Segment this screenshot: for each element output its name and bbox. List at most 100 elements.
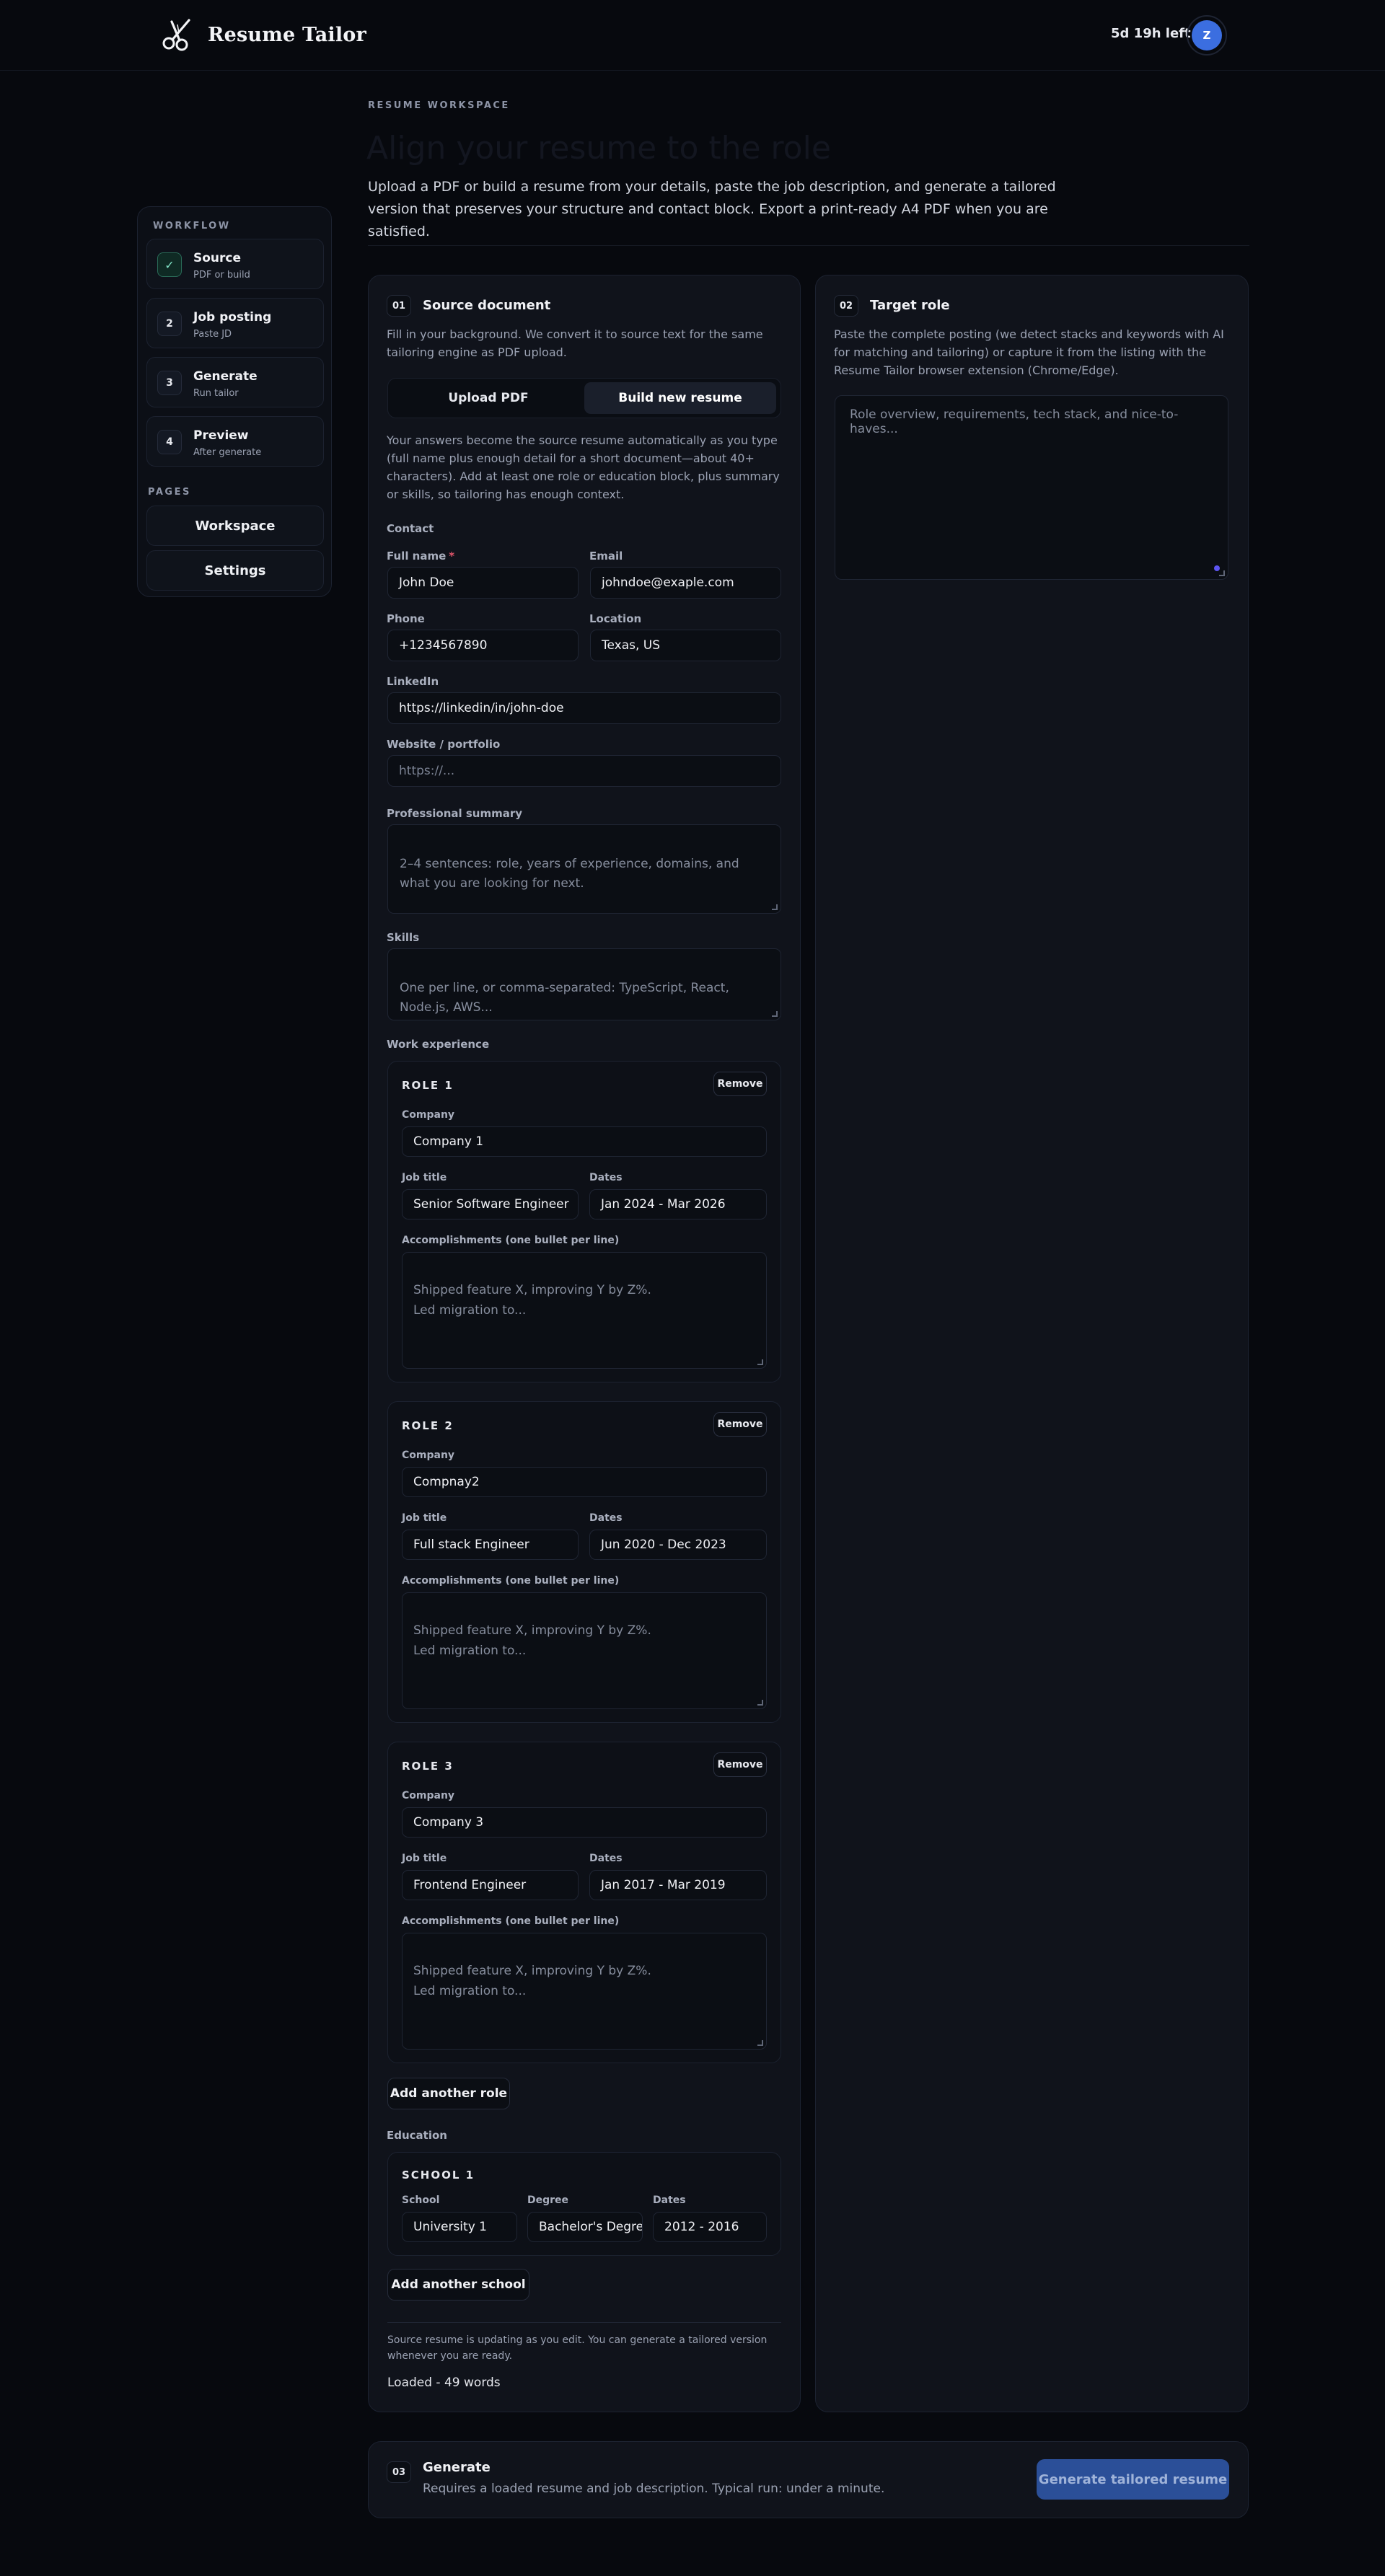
contact-heading: Contact — [387, 522, 434, 535]
page-eyebrow: RESUME WORKSPACE — [368, 100, 510, 111]
build-resume-tab[interactable]: Build new resume — [584, 382, 776, 414]
school-heading: SCHOOL 1 — [402, 2169, 475, 2182]
avatar-button[interactable]: Z — [1187, 15, 1227, 56]
company-input[interactable]: Compnay2 — [402, 1467, 767, 1497]
accomplishments-textarea[interactable]: Shipped feature X, improving Y by Z%. Le… — [402, 1933, 767, 2050]
upload-pdf-tab[interactable]: Upload PDF — [392, 382, 584, 414]
accomplishments-textarea[interactable]: Shipped feature X, improving Y by Z%. Le… — [402, 1592, 767, 1709]
accomplishments-label: Accomplishments (one bullet per line) — [402, 1235, 620, 1246]
job-title-label: Job title — [402, 1512, 447, 1524]
location-input[interactable]: Texas, US — [590, 630, 781, 661]
job-title-input[interactable]: Full stack Engineer — [402, 1530, 579, 1560]
dates-input[interactable]: Jun 2020 - Dec 2023 — [589, 1530, 767, 1560]
accomplishments-textarea[interactable]: Shipped feature X, improving Y by Z%. Le… — [402, 1252, 767, 1369]
check-icon: ✓ — [157, 252, 182, 277]
dates-input[interactable]: Jan 2024 - Mar 2026 — [589, 1189, 767, 1219]
target-panel — [815, 275, 1249, 2412]
step-title: Source — [193, 251, 242, 265]
step-number: 2 — [157, 312, 182, 336]
company-input[interactable]: Company 1 — [402, 1126, 767, 1157]
step-subtitle: After generate — [193, 447, 262, 458]
avatar: Z — [1192, 20, 1222, 50]
linkedin-label: LinkedIn — [387, 675, 439, 688]
step-subtitle: Run tailor — [193, 388, 239, 399]
school-dates-label: Dates — [653, 2195, 686, 2206]
step-subtitle: PDF or build — [193, 270, 250, 281]
company-label: Company — [402, 1790, 455, 1801]
role-card-3: ROLE 3 Remove Company Company 3 Job titl… — [387, 1742, 781, 2063]
step-badge: 03 — [387, 2461, 411, 2483]
add-school-button[interactable]: Add another school — [387, 2269, 529, 2301]
email-label: Email — [589, 550, 623, 563]
job-title-input[interactable]: Senior Software Engineer — [402, 1189, 579, 1219]
loaded-status: Loaded - 49 words — [387, 2376, 501, 2390]
source-description: Fill in your background. We convert it t… — [387, 327, 763, 359]
full-name-label-text: Full name — [387, 550, 447, 563]
degree-input[interactable]: Bachelor's Degree — [527, 2212, 643, 2242]
step-title: Generate — [193, 369, 258, 384]
summary-placeholder: 2–4 sentences: role, years of experience… — [400, 857, 739, 891]
resize-handle[interactable] — [757, 2040, 763, 2046]
brand-logo[interactable]: Resume Tailor — [160, 16, 366, 53]
skills-placeholder: One per line, or comma-separated: TypeSc… — [400, 981, 729, 1015]
full-name-label: Full name * — [387, 550, 454, 563]
remove-role-button[interactable]: Remove — [713, 1072, 767, 1096]
full-name-input[interactable]: John Doe — [387, 567, 579, 599]
trial-remaining: 5d 19h left — [1111, 26, 1191, 41]
remove-role-button[interactable]: Remove — [713, 1412, 767, 1437]
brand-name: Resume Tailor — [208, 23, 366, 46]
job-title-label: Job title — [402, 1853, 447, 1864]
target-title: Target role — [870, 298, 950, 313]
scissors-icon — [162, 19, 190, 51]
degree-label: Degree — [527, 2195, 569, 2206]
school-label: School — [402, 2195, 440, 2206]
nav-settings[interactable]: Settings — [146, 550, 324, 591]
job-title-input[interactable]: Frontend Engineer — [402, 1870, 579, 1900]
target-description: Paste the complete posting (we detect st… — [834, 327, 1224, 377]
job-title-label: Job title — [402, 1172, 447, 1183]
add-role-button[interactable]: Add another role — [387, 2078, 510, 2109]
website-input[interactable]: https://... — [387, 755, 781, 787]
location-label: Location — [589, 612, 642, 625]
role-heading: ROLE 3 — [402, 1760, 454, 1773]
summary-textarea[interactable]: 2–4 sentences: role, years of experience… — [387, 824, 781, 914]
resize-handle[interactable] — [772, 1011, 778, 1017]
accomplishments-label: Accomplishments (one bullet per line) — [402, 1915, 620, 1927]
nav-workspace[interactable]: Workspace — [146, 506, 324, 546]
workflow-heading: WORKFLOW — [153, 221, 231, 231]
resize-handle[interactable] — [757, 1359, 763, 1365]
company-input[interactable]: Company 3 — [402, 1807, 767, 1838]
step-source[interactable]: ✓ Source PDF or build — [146, 239, 324, 289]
work-experience-heading: Work experience — [387, 1038, 490, 1051]
email-input[interactable]: johndoe@exaple.com — [590, 567, 781, 599]
resize-handle[interactable] — [1219, 570, 1225, 576]
step-generate[interactable]: 3 Generate Run tailor — [146, 357, 324, 407]
divider — [387, 2322, 781, 2323]
school-card-1: SCHOOL 1 School University 1 Degree Bach… — [387, 2152, 781, 2256]
dates-input[interactable]: Jan 2017 - Mar 2019 — [589, 1870, 767, 1900]
step-preview[interactable]: 4 Preview After generate — [146, 416, 324, 467]
role-heading: ROLE 1 — [402, 1079, 454, 1092]
required-mark: * — [449, 550, 455, 563]
step-badge: 01 — [387, 295, 411, 317]
dates-label: Dates — [589, 1512, 623, 1524]
step-number: 4 — [157, 430, 182, 454]
role-card-2: ROLE 2 Remove Company Compnay2 Job title… — [387, 1401, 781, 1723]
linkedin-input[interactable]: https://linkedin/in/john-doe — [387, 692, 781, 724]
phone-label: Phone — [387, 612, 425, 625]
school-dates-input[interactable]: 2012 - 2016 — [653, 2212, 767, 2242]
phone-input[interactable]: +1234567890 — [387, 630, 579, 661]
resize-handle[interactable] — [772, 904, 778, 910]
remove-role-button[interactable]: Remove — [713, 1752, 767, 1777]
step-job-posting[interactable]: 2 Job posting Paste JD — [146, 298, 324, 348]
sidebar: WORKFLOW ✓ Source PDF or build 2 Job pos… — [137, 206, 332, 597]
source-status-note: Source resume is updating as you edit. Y… — [387, 2334, 768, 2362]
source-mode-toggle: Upload PDF Build new resume — [387, 378, 781, 418]
job-description-textarea[interactable]: Role overview, requirements, tech stack,… — [835, 395, 1228, 580]
divider — [368, 245, 1249, 246]
skills-textarea[interactable]: One per line, or comma-separated: TypeSc… — [387, 948, 781, 1020]
resize-handle[interactable] — [757, 1700, 763, 1706]
school-input[interactable]: University 1 — [402, 2212, 517, 2242]
accomplishments-placeholder: Shipped feature X, improving Y by Z%. Le… — [413, 1964, 651, 1998]
generate-button[interactable]: Generate tailored resume — [1037, 2459, 1229, 2500]
